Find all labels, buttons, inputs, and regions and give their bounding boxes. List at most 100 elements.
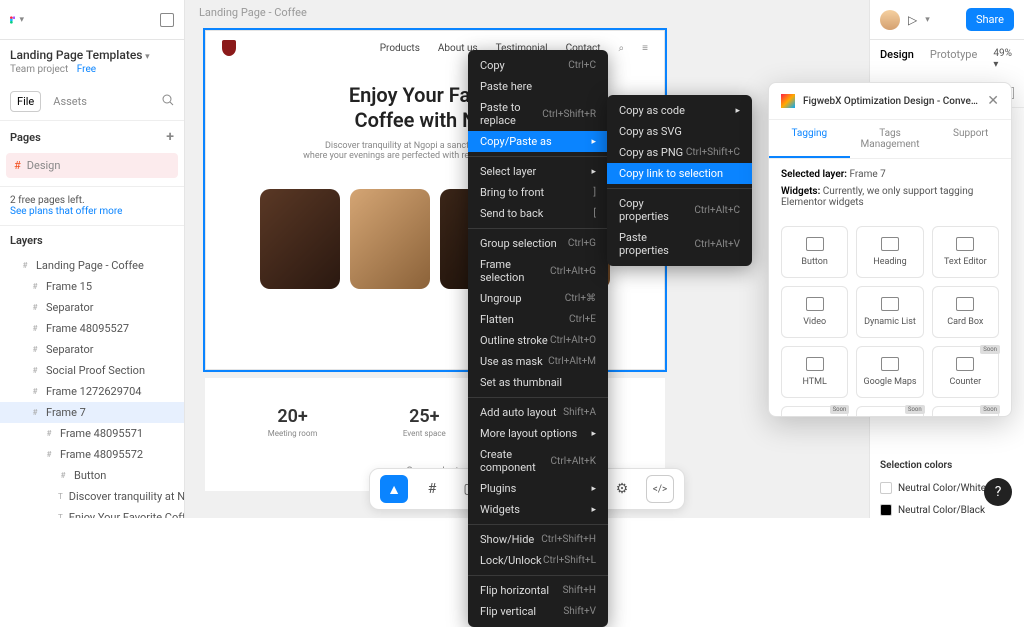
play-icon[interactable]: ▷ [908,13,917,27]
share-button[interactable]: Share [966,8,1014,31]
chevron-down-icon[interactable]: ▾ [925,15,930,25]
menu-item[interactable]: Widgets▸ [468,499,608,520]
menu-item[interactable]: Flip horizontalShift+H [468,580,608,601]
menu-item[interactable]: Add auto layoutShift+A [468,402,608,423]
widget-search[interactable]: SoonSearch [932,406,999,416]
layer-item[interactable]: #Frame 48095572 [0,444,184,465]
widget-icon [956,237,974,251]
menu-item[interactable]: Send to back[ [468,203,608,224]
layer-item[interactable]: #Landing Page - Coffee [0,255,184,276]
widget-google-maps[interactable]: Google Maps [856,346,923,398]
menu-item[interactable]: Lock/UnlockCtrl+Shift+L [468,550,608,571]
menu-item[interactable]: Outline strokeCtrl+Alt+O [468,330,608,351]
team-project-label[interactable]: Team project [10,64,68,75]
add-page-icon[interactable]: + [166,129,174,145]
figma-logo-icon[interactable]: ▾ [10,13,24,27]
widget-video[interactable]: Video [781,286,848,338]
menu-item[interactable]: Group selectionCtrl+G [468,233,608,254]
canvas-area[interactable]: Landing Page - Coffee Products About us … [185,0,869,518]
plugin-tab-tagging[interactable]: Tagging [769,120,850,158]
move-tool[interactable]: ▲ [380,475,408,503]
layer-type-icon: # [20,261,30,271]
widget-form[interactable]: SoonForm [856,406,923,416]
menu-item[interactable]: Copy as PNGCtrl+Shift+C [607,142,752,163]
widget-counter[interactable]: SoonCounter [932,346,999,398]
plugin-logo-icon [781,94,795,108]
menu-item[interactable]: CopyCtrl+C [468,55,608,76]
menu-item[interactable]: Create componentCtrl+Alt+K [468,444,608,478]
menu-item[interactable]: Copy link to selection [607,163,752,184]
left-tabs: File Assets [0,83,184,121]
menu-item[interactable]: Copy as SVG [607,121,752,142]
panel-toggle-icon[interactable] [160,13,174,27]
layer-item[interactable]: #Frame 15 [0,276,184,297]
widget-html[interactable]: HTML [781,346,848,398]
dev-mode-tool[interactable]: </> [646,475,674,503]
menu-item[interactable]: Plugins▸ [468,478,608,499]
menu-item[interactable]: More layout options▸ [468,423,608,444]
zoom-level[interactable]: 49% ▾ [993,48,1014,70]
menu-item[interactable]: Frame selectionCtrl+Alt+G [468,254,608,288]
user-avatar[interactable] [880,10,900,30]
menu-item[interactable]: Show/HideCtrl+Shift+H [468,529,608,550]
layer-item[interactable]: #Separator [0,339,184,360]
close-icon[interactable]: ✕ [987,93,999,109]
menu-item[interactable]: Copy/Paste as▸ [468,131,608,152]
context-menu[interactable]: CopyCtrl+CPaste herePaste to replaceCtrl… [468,50,608,627]
menu-item[interactable]: Paste here [468,76,608,97]
context-submenu[interactable]: Copy as code▸Copy as SVGCopy as PNGCtrl+… [607,95,752,266]
menu-item[interactable]: Set as thumbnail [468,372,608,393]
menu-item[interactable]: Flip verticalShift+V [468,601,608,622]
menu-item[interactable]: Bring to front] [468,182,608,203]
widget-icon [881,237,899,251]
plugin-panel: FigwebX Optimization Design - Convert Fi… [768,82,1012,417]
layer-item[interactable]: #Button [0,465,184,486]
layer-item[interactable]: #Frame 48095571 [0,423,184,444]
search-icon[interactable] [162,94,174,109]
free-badge[interactable]: Free [77,64,96,75]
widget-heading[interactable]: Heading [856,226,923,278]
widget-dynamic-list[interactable]: Dynamic List [856,286,923,338]
layer-item[interactable]: TDiscover tranquility at Ngopi [0,486,184,507]
layer-type-icon: # [30,324,40,334]
layer-item[interactable]: #Social Proof Section [0,360,184,381]
frame-tool[interactable]: # [418,475,446,503]
page-icon: # [14,159,21,172]
help-button[interactable]: ? [984,478,1012,506]
layer-item[interactable]: #Frame 1272629704 [0,381,184,402]
plugin-tab-support[interactable]: Support [930,120,1011,158]
app-header: ▾ [0,0,184,40]
project-title-block: Landing Page Templates ▾ Team project Fr… [0,40,184,83]
frame-label[interactable]: Landing Page - Coffee [185,0,869,30]
tab-prototype[interactable]: Prototype [930,48,977,70]
layer-type-icon: # [44,429,54,439]
layer-item[interactable]: #Frame 48095527 [0,318,184,339]
menu-item[interactable]: Paste to replaceCtrl+Shift+R [468,97,608,131]
menu-item[interactable]: Copy propertiesCtrl+Alt+C [607,193,752,227]
menu-item[interactable]: Use as maskCtrl+Alt+M [468,351,608,372]
layer-item[interactable]: #Separator [0,297,184,318]
menu-item[interactable]: Select layer▸ [468,161,608,182]
chevron-down-icon: ▾ [19,15,24,25]
widget-icon [881,297,899,311]
menu-item[interactable]: UngroupCtrl+⌘ [468,288,608,309]
widget-button[interactable]: Button [781,226,848,278]
tab-design[interactable]: Design [880,48,914,70]
shield-logo-icon [222,40,236,56]
chevron-down-icon[interactable]: ▾ [145,52,150,62]
menu-item[interactable]: Paste propertiesCtrl+Alt+V [607,227,752,261]
widget-accordion[interactable]: SoonAccordion [781,406,848,416]
see-plans-link[interactable]: See plans that offer more [10,206,174,217]
page-item[interactable]: # Design [6,153,178,178]
tab-assets[interactable]: Assets [53,92,87,111]
actions-tool[interactable]: ⚙ [608,475,636,503]
plugin-tab-tags-management[interactable]: Tags Management [850,120,931,158]
widget-card-box[interactable]: Card Box [932,286,999,338]
tab-file[interactable]: File [10,91,41,112]
project-title[interactable]: Landing Page Templates [10,48,142,62]
widget-text-editor[interactable]: Text Editor [932,226,999,278]
menu-item[interactable]: FlattenCtrl+E [468,309,608,330]
layer-item[interactable]: TEnjoy Your Favorite Coffee w [0,507,184,518]
menu-item[interactable]: Copy as code▸ [607,100,752,121]
layer-item[interactable]: #Frame 7 [0,402,184,423]
